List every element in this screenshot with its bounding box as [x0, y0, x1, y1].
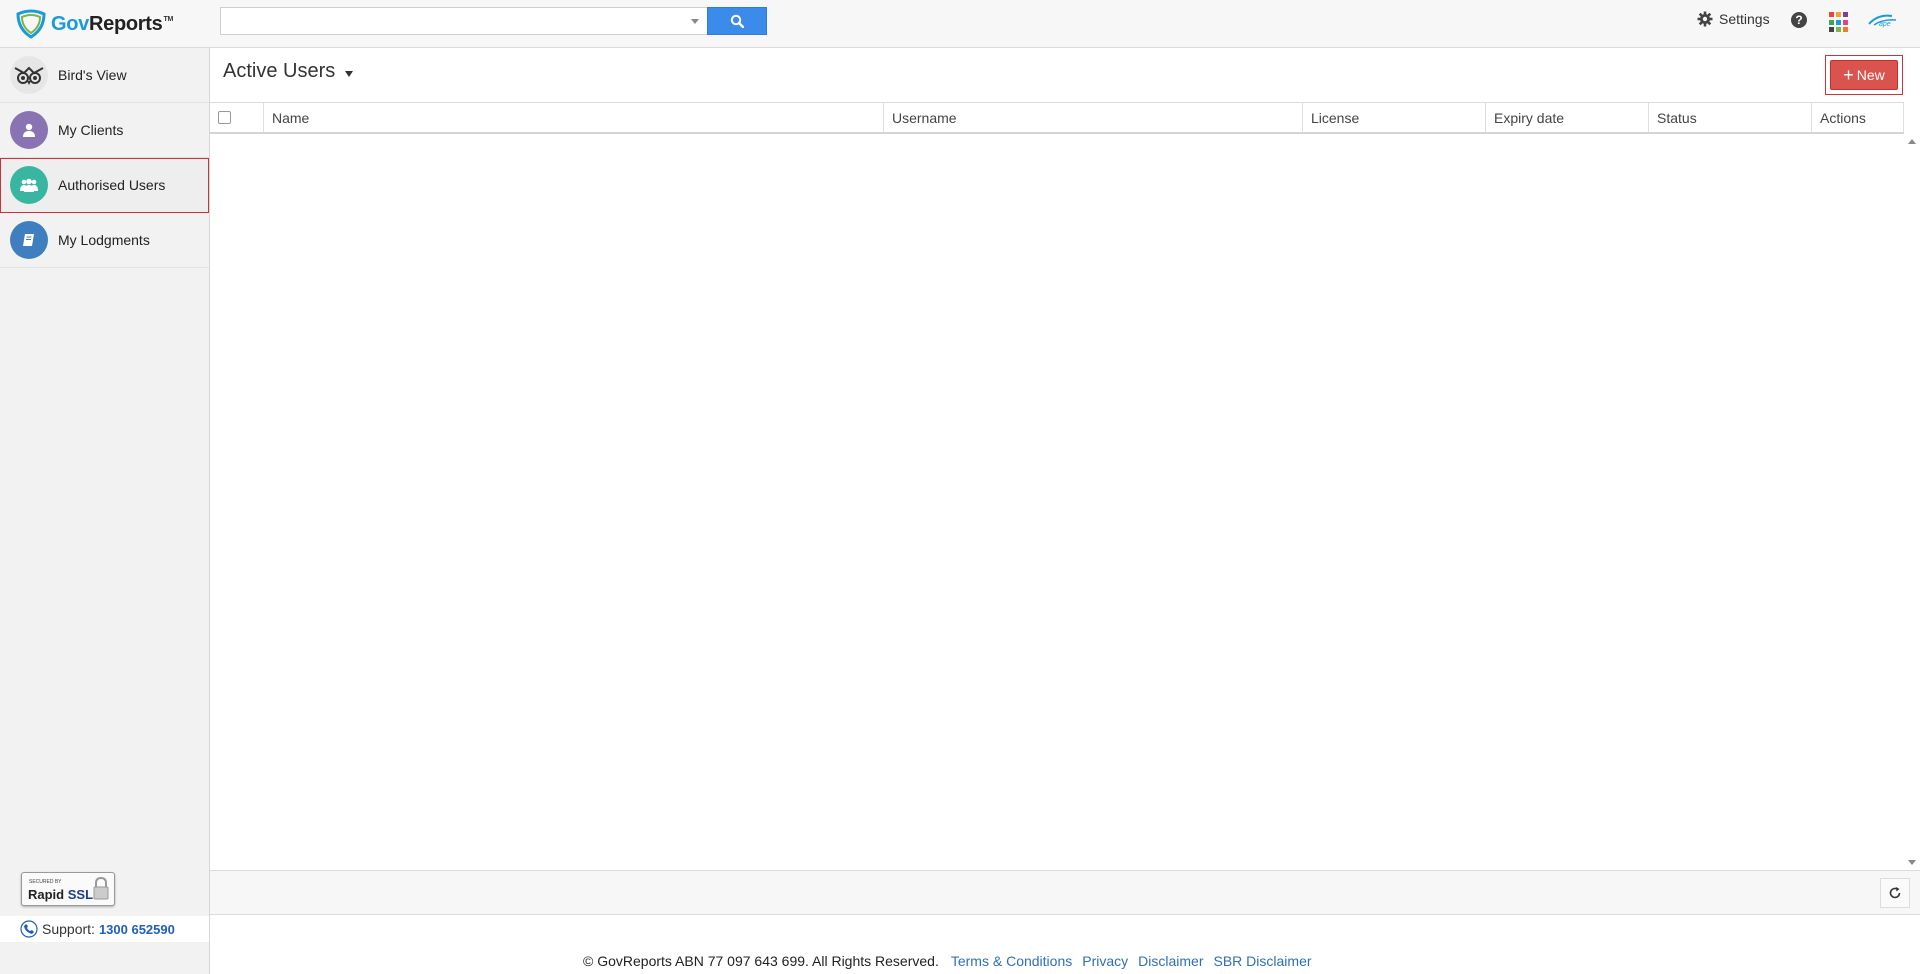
footer-link-disclaimer[interactable]: Disclaimer [1138, 953, 1203, 969]
plus-icon: + [1843, 65, 1854, 85]
owl-icon [10, 56, 48, 94]
table-body [210, 134, 1904, 870]
user-icon [10, 111, 48, 149]
logo-tm: TM [163, 15, 173, 23]
sidebar-item-label: My Lodgments [58, 232, 150, 248]
app-tile [1843, 12, 1848, 17]
column-header-expiry-date[interactable]: Expiry date [1486, 103, 1649, 133]
page-title: Active Users [223, 60, 336, 82]
search-box [220, 7, 708, 35]
sidebar-item-authorised-users[interactable]: Authorised Users [0, 158, 209, 213]
search-input[interactable] [221, 8, 681, 34]
sidebar-item-label: My Clients [58, 122, 124, 138]
ssl-secured-by: SECURED BY [29, 879, 62, 885]
refresh-icon [1889, 887, 1901, 899]
help-icon[interactable]: ? [1791, 12, 1807, 28]
column-header-actions[interactable]: Actions [1812, 103, 1904, 133]
logo-text-reports: Reports [89, 12, 163, 35]
scroll-down-icon[interactable] [1908, 860, 1916, 865]
app-tile [1829, 19, 1834, 25]
main-content: Active Users + New Name Username License… [210, 48, 1920, 974]
column-header-name[interactable]: Name [264, 103, 884, 133]
chevron-down-icon [345, 70, 354, 77]
support-line: Support: 1300 652590 [0, 916, 209, 942]
partner-logo-icon[interactable]: ape [1868, 12, 1898, 31]
app-tile [1836, 19, 1841, 25]
ssl-rapid-text: Rapid [28, 887, 65, 902]
apps-grid-icon[interactable] [1829, 12, 1850, 33]
refresh-button[interactable] [1880, 878, 1910, 908]
settings-button[interactable]: Settings [1697, 11, 1770, 27]
new-button-highlight: + New [1825, 55, 1903, 95]
ssl-brand: Rapid SSL [28, 887, 93, 902]
govreports-logo[interactable]: GovReportsTM [14, 9, 173, 39]
svg-text:ape: ape [1879, 21, 1891, 28]
new-user-button[interactable]: + New [1830, 60, 1898, 90]
logo-text-gov: Gov [51, 12, 89, 35]
rapidssl-seal[interactable]: SECURED BY Rapid SSL [21, 872, 115, 906]
select-all-checkbox[interactable] [218, 111, 231, 124]
copyright-text: © GovReports ABN 77 097 643 699. All Rig… [583, 953, 939, 969]
book-icon [10, 221, 48, 259]
page-footer: © GovReports ABN 77 097 643 699. All Rig… [0, 945, 1920, 974]
sidebar-item-label: Bird's View [58, 67, 127, 83]
scroll-up-icon[interactable] [1908, 139, 1916, 144]
gear-icon [1697, 11, 1713, 27]
padlock-icon [93, 877, 109, 900]
ssl-ssl-text: SSL [67, 887, 94, 902]
settings-label: Settings [1719, 11, 1770, 27]
footer-link-sbr-disclaimer[interactable]: SBR Disclaimer [1214, 953, 1312, 969]
search-icon [730, 14, 744, 28]
support-phone-link[interactable]: 1300 652590 [99, 922, 175, 937]
view-selector[interactable]: Active Users [223, 60, 354, 83]
new-button-label: New [1856, 67, 1885, 83]
column-header-username[interactable]: Username [884, 103, 1303, 133]
app-tile [1836, 27, 1841, 33]
phone-icon [20, 920, 38, 938]
app-tile [1829, 27, 1834, 33]
app-tile [1829, 12, 1834, 17]
sidebar-item-birds-view[interactable]: Bird's View [0, 48, 209, 103]
top-bar: GovReportsTM Settings ? ape [0, 0, 1920, 48]
footer-link-terms[interactable]: Terms & Conditions [951, 953, 1072, 969]
sidebar: Bird's View My Clients Authorised Users [0, 48, 210, 974]
users-icon [10, 166, 48, 204]
column-header-license[interactable]: License [1303, 103, 1486, 133]
sidebar-item-label: Authorised Users [58, 177, 166, 193]
sidebar-item-my-clients[interactable]: My Clients [0, 103, 209, 158]
column-header-status[interactable]: Status [1649, 103, 1812, 133]
app-tile [1843, 27, 1848, 33]
app-tile [1843, 19, 1848, 25]
table-header: Name Username License Expiry date Status… [210, 102, 1904, 134]
select-all-cell [210, 103, 264, 133]
search-dropdown-icon[interactable] [691, 19, 699, 24]
table-scrollbar[interactable] [1904, 134, 1920, 870]
search-button[interactable] [707, 7, 767, 35]
support-label: Support: [42, 921, 95, 937]
shield-logo-icon [16, 9, 46, 39]
sidebar-item-my-lodgments[interactable]: My Lodgments [0, 213, 209, 268]
table-footer [210, 870, 1920, 915]
app-tile [1836, 12, 1841, 17]
footer-link-privacy[interactable]: Privacy [1082, 953, 1128, 969]
